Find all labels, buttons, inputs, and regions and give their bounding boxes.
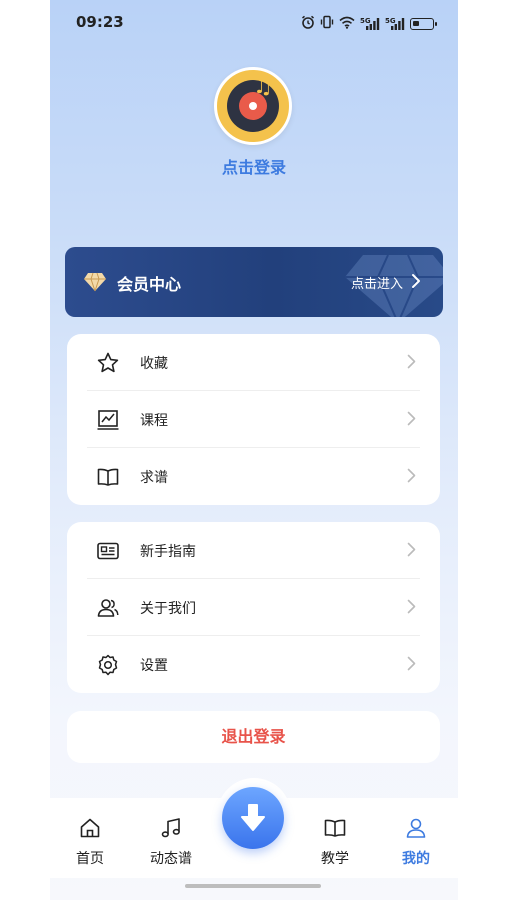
- music-note-icon: [159, 816, 183, 840]
- diamond-icon: [83, 272, 107, 296]
- menu-item-courses[interactable]: 课程: [67, 391, 440, 448]
- menu-item-label: 设置: [140, 658, 168, 674]
- chevron-right-icon: [407, 599, 416, 618]
- battery-icon: [410, 17, 437, 30]
- chevron-right-icon: [411, 273, 421, 293]
- tab-label: 动态谱: [150, 851, 192, 867]
- menu-card-primary: 收藏 课程 求谱: [67, 334, 440, 505]
- download-icon: [241, 804, 265, 831]
- alarm-icon: [301, 14, 315, 33]
- home-indicator[interactable]: [185, 884, 321, 888]
- id-card-icon: [96, 539, 120, 563]
- menu-item-label: 新手指南: [140, 544, 196, 560]
- chevron-right-icon: [407, 542, 416, 561]
- menu-item-label: 课程: [140, 413, 168, 429]
- tab-home[interactable]: 首页: [55, 798, 125, 868]
- vibrate-icon: [320, 14, 334, 33]
- signal-5g-icon: 5G: [385, 17, 405, 31]
- avatar[interactable]: ♫: [214, 67, 292, 145]
- home-icon: [78, 816, 102, 840]
- vip-enter-label: 点击进入: [350, 277, 403, 292]
- tab-label: 我的: [402, 851, 430, 867]
- star-icon: [96, 351, 120, 375]
- chevron-right-icon: [407, 656, 416, 675]
- gear-icon: [96, 653, 120, 677]
- menu-item-label: 收藏: [140, 356, 168, 372]
- tab-label: 首页: [76, 851, 104, 867]
- status-icons: 5G 5G: [301, 14, 437, 33]
- vip-center-banner[interactable]: 会员中心 点击进入: [65, 247, 443, 317]
- tab-label: 教学: [321, 851, 349, 867]
- status-bar: 09:23 5G 5G: [50, 0, 458, 46]
- menu-item-label: 关于我们: [140, 601, 196, 617]
- chevron-right-icon: [407, 411, 416, 430]
- user-icon: [404, 816, 428, 840]
- chart-board-icon: [96, 408, 120, 432]
- menu-item-guide[interactable]: 新手指南: [67, 522, 440, 579]
- chevron-right-icon: [407, 354, 416, 373]
- book-open-icon: [323, 816, 347, 840]
- menu-item-request-score[interactable]: 求谱: [67, 448, 440, 505]
- wifi-icon: [339, 14, 355, 33]
- tab-dynamic-score[interactable]: 动态谱: [136, 798, 206, 868]
- menu-item-about-us[interactable]: 关于我们: [67, 579, 440, 636]
- status-time: 09:23: [76, 13, 124, 31]
- download-button[interactable]: [222, 787, 284, 849]
- music-note-decoration-icon: ♫: [253, 74, 273, 99]
- menu-item-favorites[interactable]: 收藏: [67, 334, 440, 391]
- book-icon: [96, 465, 120, 489]
- tab-mine[interactable]: 我的: [381, 798, 451, 868]
- logout-button[interactable]: 退出登录: [67, 711, 440, 763]
- menu-card-secondary: 新手指南 关于我们 设置: [67, 522, 440, 693]
- menu-item-settings[interactable]: 设置: [67, 636, 440, 693]
- menu-item-label: 求谱: [140, 470, 168, 486]
- users-icon: [96, 596, 120, 620]
- vip-center-label: 会员中心: [117, 275, 182, 294]
- signal-5g-icon: 5G: [360, 17, 380, 31]
- chevron-right-icon: [407, 468, 416, 487]
- tab-teaching[interactable]: 教学: [300, 798, 370, 868]
- login-link[interactable]: 点击登录: [50, 154, 458, 178]
- app-frame: 09:23 5G 5G ♫ 点击登录 会员中心 点击进入 收藏 课程 求谱 新手…: [50, 0, 458, 900]
